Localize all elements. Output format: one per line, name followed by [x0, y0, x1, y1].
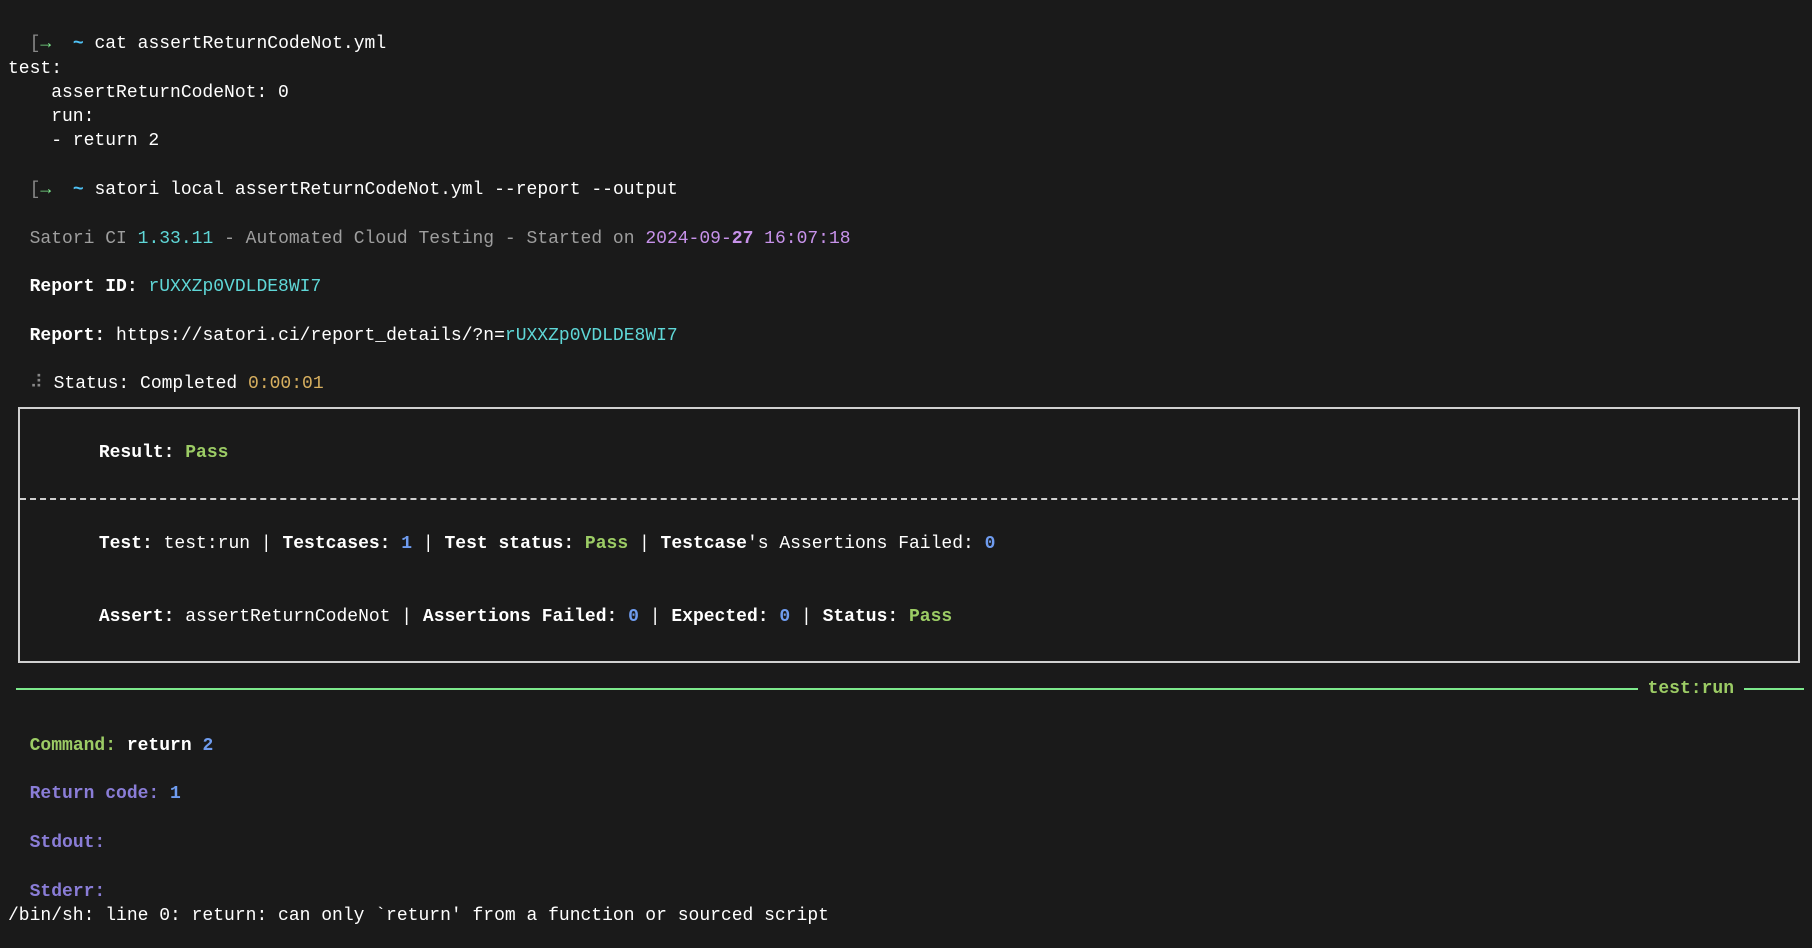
af-value: 0	[617, 607, 639, 627]
tcaf-rest: 's Assertions Failed:	[747, 534, 974, 554]
tcaf-value: 0	[974, 534, 996, 554]
teststatus-value: Pass	[574, 534, 628, 554]
banner-time: 16:07:18	[753, 229, 850, 249]
rc-value: 1	[159, 784, 181, 804]
report-id-value: rUXXZp0VDLDE8WI7	[148, 277, 321, 297]
yaml-line-3: run:	[8, 105, 1804, 129]
report-id-label: Report ID:	[30, 277, 149, 297]
banner-line: Satori CI 1.33.11 - Automated Cloud Test…	[8, 202, 1804, 251]
stderr-label: Stderr:	[30, 882, 106, 902]
yaml-line-4: - return 2	[8, 129, 1804, 153]
prompt-line-1: [→ ~ cat assertReturnCodeNot.yml	[8, 8, 1804, 57]
status-line: ⠼ Status: Completed 0:00:01	[8, 348, 1804, 397]
divider-line	[16, 688, 1804, 690]
test-value: test:run	[153, 534, 250, 554]
command-1: cat assertReturnCodeNot.yml	[94, 34, 386, 54]
status-label: Status: Completed	[43, 374, 248, 394]
assert-label: Assert:	[99, 607, 175, 627]
command-value-prefix: return	[116, 736, 202, 756]
yaml-line-2: assertReturnCodeNot: 0	[8, 81, 1804, 105]
expected-value: 0	[769, 607, 791, 627]
command-label: Command:	[30, 736, 116, 756]
exec-rc-line: Return code: 1	[8, 758, 1804, 807]
report-id-line: Report ID: rUXXZp0VDLDE8WI7	[8, 251, 1804, 300]
banner-prefix: Satori CI	[30, 229, 138, 249]
banner-version: 1.33.11	[138, 229, 214, 249]
banner-middle: - Automated Cloud Testing - Started on	[213, 229, 645, 249]
command-value-arg: 2	[202, 736, 213, 756]
stdout-label: Stdout:	[30, 833, 106, 853]
result-box: Result: Pass Test: test:run | Testcases:…	[18, 407, 1800, 664]
assert-value: assertReturnCodeNot	[174, 607, 390, 627]
report-url-prefix: https://satori.ci/report_details/?n=	[105, 326, 505, 346]
prompt-line-2: [→ ~ satori local assertReturnCodeNot.ym…	[8, 154, 1804, 203]
status-time: 0:00:01	[248, 374, 324, 394]
bracket-open: [	[30, 34, 41, 54]
result-box-top: Result: Pass	[20, 409, 1798, 498]
report-url-line: Report: https://satori.ci/report_details…	[8, 300, 1804, 349]
exec-stdout-line: Stdout:	[8, 807, 1804, 856]
result-box-bottom: Test: test:run | Testcases: 1 | Test sta…	[20, 500, 1798, 662]
test-label: Test:	[99, 534, 153, 554]
spinner-icon: ⠼	[30, 374, 43, 394]
banner-date-prefix: 2024-09-	[645, 229, 731, 249]
yaml-line-1: test:	[8, 57, 1804, 81]
section-label: test:run	[1638, 677, 1744, 701]
arrow-icon-2: →	[40, 180, 51, 200]
arrow-icon: →	[40, 34, 51, 54]
bracket-open-2: [	[30, 180, 41, 200]
tcaf-label: Testcase	[661, 534, 747, 554]
result-label: Result:	[99, 443, 185, 463]
banner-date-day: 27	[732, 229, 754, 249]
expected-label: Expected:	[671, 607, 768, 627]
command-2: satori local assertReturnCodeNot.yml --r…	[94, 180, 677, 200]
tilde-icon: ~	[73, 34, 84, 54]
testcases-value: 1	[390, 534, 412, 554]
tilde-icon-2: ~	[73, 180, 84, 200]
rc-label: Return code:	[30, 784, 160, 804]
status-value: Pass	[898, 607, 952, 627]
exec-command-line: Command: return 2	[8, 709, 1804, 758]
result-value: Pass	[185, 443, 228, 463]
teststatus-label: Test status:	[445, 534, 575, 554]
stderr-text: /bin/sh: line 0: return: can only `retur…	[8, 904, 1804, 928]
report-url-id: rUXXZp0VDLDE8WI7	[505, 326, 678, 346]
exec-stderr-line: Stderr:	[8, 855, 1804, 904]
status-label-2: Status:	[823, 607, 899, 627]
report-url-label: Report:	[30, 326, 106, 346]
section-divider: test:run	[8, 677, 1804, 699]
testcases-label: Testcases:	[282, 534, 390, 554]
af-label: Assertions Failed:	[423, 607, 617, 627]
